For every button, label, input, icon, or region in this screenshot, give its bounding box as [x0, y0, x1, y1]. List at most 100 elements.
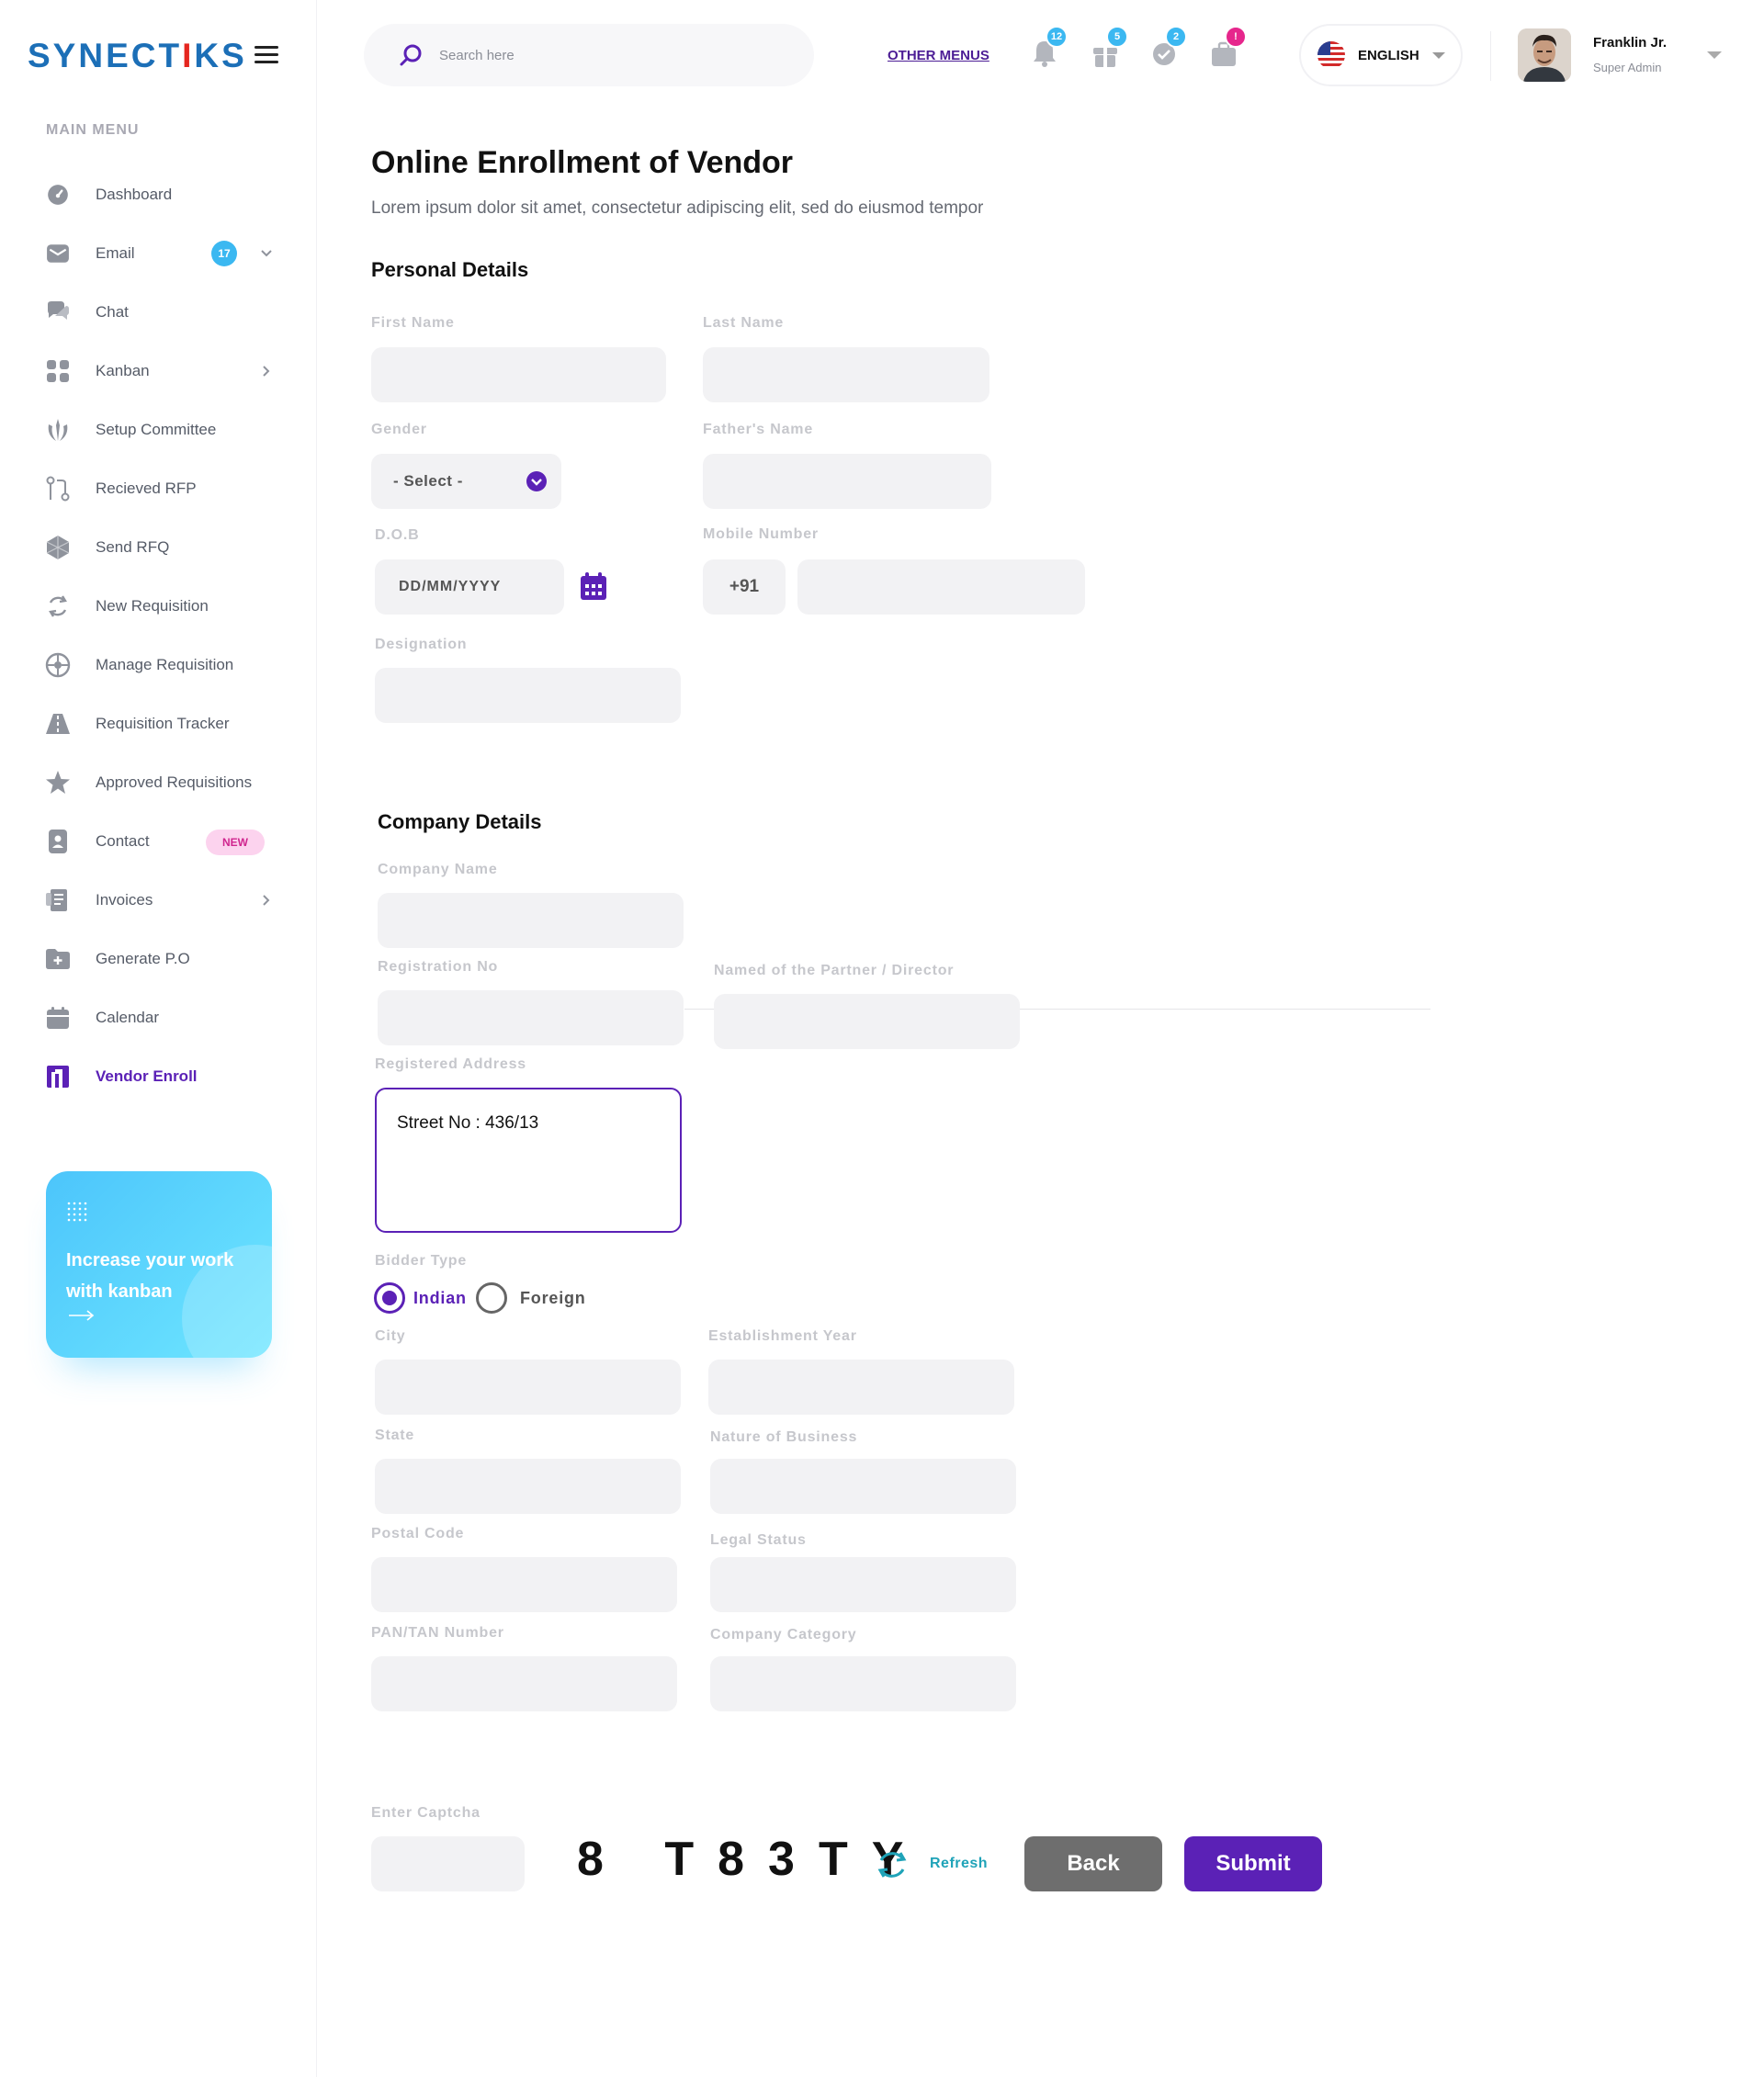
country-code[interactable]: +91 — [703, 559, 786, 615]
chat-icon — [44, 299, 72, 326]
gifts-button[interactable]: 5 — [1091, 26, 1128, 70]
designation-label: Designation — [375, 637, 468, 652]
sidebar-item-label: Dashboard — [96, 186, 173, 203]
search-bar — [364, 24, 814, 86]
sidebar-item-chat[interactable]: Chat — [44, 283, 283, 342]
search-input[interactable] — [439, 47, 770, 63]
sidebar-item-send-rfq[interactable]: Send RFQ — [44, 518, 283, 577]
establishment-year-label: Establishment Year — [708, 1328, 857, 1344]
other-menus-link[interactable]: OTHER MENUS — [888, 48, 989, 63]
last-name-field[interactable] — [703, 347, 989, 402]
bidder-type-label: Bidder Type — [375, 1253, 468, 1269]
sidebar-item-calendar[interactable]: Calendar — [44, 988, 283, 1047]
registered-address-field[interactable]: Street No : 436/13 — [375, 1088, 682, 1233]
sidebar-item-dashboard[interactable]: Dashboard — [44, 165, 283, 224]
sidebar-item-new-requisition[interactable]: New Requisition — [44, 577, 283, 636]
chevron-right-icon[interactable] — [257, 891, 276, 909]
sidebar-item-label: Vendor Enroll — [96, 1067, 198, 1085]
mobile-label: Mobile Number — [703, 526, 819, 542]
chevron-down-icon — [526, 471, 547, 491]
user-menu-caret-icon[interactable] — [1707, 51, 1722, 59]
designation-field[interactable] — [375, 668, 681, 723]
partner-label: Named of the Partner / Director — [714, 963, 955, 978]
pan-tan-field[interactable] — [371, 1656, 677, 1711]
sidebar-item-contact[interactable]: Contact NEW — [44, 812, 283, 871]
sidebar-item-label: Recieved RFP — [96, 480, 197, 497]
bidder-indian-label[interactable]: Indian — [413, 1289, 467, 1308]
pan-tan-label: PAN/TAN Number — [371, 1625, 504, 1641]
father-name-label: Father's Name — [703, 422, 814, 437]
receipt-icon — [44, 886, 72, 914]
arrow-right-icon[interactable] — [68, 1309, 96, 1322]
gender-select[interactable]: - Select - — [371, 454, 561, 509]
calendar-picker-icon[interactable] — [580, 571, 607, 601]
sidebar-item-setup-committee[interactable]: Setup Committee — [44, 401, 283, 459]
dob-field[interactable] — [375, 559, 564, 615]
gift-count-badge: 5 — [1106, 26, 1128, 48]
father-name-field[interactable] — [703, 454, 991, 509]
chat-check-icon — [1150, 43, 1178, 72]
nature-of-business-label: Nature of Business — [710, 1429, 858, 1445]
user-name[interactable]: Franklin Jr. — [1593, 35, 1667, 51]
refresh-captcha-link[interactable]: Refresh — [930, 1856, 988, 1872]
registration-no-field[interactable] — [378, 990, 684, 1045]
city-field[interactable] — [375, 1360, 681, 1415]
sidebar-item-vendor-enroll[interactable]: Vendor Enroll — [44, 1047, 283, 1106]
company-details-heading: Company Details — [378, 810, 542, 833]
sidebar-item-approved-requisitions[interactable]: Approved Requisitions — [44, 753, 283, 812]
aperture-icon — [44, 651, 72, 679]
sidebar-item-generate-po[interactable]: Generate P.O — [44, 930, 283, 988]
language-selector[interactable]: ENGLISH — [1299, 24, 1463, 86]
state-field[interactable] — [375, 1459, 681, 1514]
refresh-captcha-icon[interactable] — [875, 1848, 910, 1881]
legal-status-label: Legal Status — [710, 1532, 807, 1548]
kanban-promo-card[interactable]: Increase your work with kanban — [46, 1171, 272, 1358]
promo-text: Increase your work with kanban — [66, 1250, 234, 1302]
sidebar-item-label: Contact — [96, 832, 150, 850]
avatar[interactable] — [1518, 28, 1571, 82]
caret-down-icon — [1431, 51, 1445, 59]
captcha-input[interactable] — [371, 1836, 525, 1891]
star-icon — [44, 769, 72, 796]
sidebar-item-email[interactable]: Email 17 — [44, 224, 283, 283]
messages-button[interactable]: 2 — [1150, 26, 1187, 72]
briefcase-icon — [1210, 41, 1238, 72]
sidebar-item-invoices[interactable]: Invoices — [44, 871, 283, 930]
page-title: Online Enrollment of Vendor — [371, 145, 794, 180]
sidebar-item-requisition-tracker[interactable]: Requisition Tracker — [44, 694, 283, 753]
personal-details-heading: Personal Details — [371, 258, 529, 281]
back-button[interactable]: Back — [1024, 1836, 1162, 1891]
search-icon[interactable] — [399, 42, 424, 68]
bidder-indian-radio[interactable] — [374, 1282, 405, 1314]
legal-status-field[interactable] — [710, 1557, 1016, 1612]
sidebar-item-label: Send RFQ — [96, 538, 170, 556]
git-compare-icon — [44, 475, 72, 502]
message-count-badge: 2 — [1165, 26, 1187, 48]
partner-field[interactable] — [714, 994, 1020, 1049]
mail-icon — [44, 240, 72, 267]
nature-of-business-field[interactable] — [710, 1459, 1016, 1514]
sidebar-item-recieved-rfp[interactable]: Recieved RFP — [44, 459, 283, 518]
sidebar-item-manage-requisition[interactable]: Manage Requisition — [44, 636, 283, 694]
captcha-label: Enter Captcha — [371, 1805, 481, 1821]
mobile-field[interactable] — [797, 559, 1085, 615]
hamburger-menu-icon[interactable] — [254, 46, 278, 64]
chevron-right-icon[interactable] — [257, 362, 276, 380]
postal-code-field[interactable] — [371, 1557, 677, 1612]
bidder-foreign-label[interactable]: Foreign — [520, 1289, 586, 1308]
logo-text-i: I — [182, 37, 195, 74]
company-category-field[interactable] — [710, 1656, 1016, 1711]
logo[interactable]: SYNECTIKS — [28, 37, 247, 75]
committee-icon — [44, 416, 72, 444]
sidebar-item-kanban[interactable]: Kanban — [44, 342, 283, 401]
gender-label: Gender — [371, 422, 427, 437]
establishment-year-field[interactable] — [708, 1360, 1014, 1415]
first-name-field[interactable] — [371, 347, 666, 402]
email-count-badge: 17 — [211, 241, 237, 266]
company-name-field[interactable] — [378, 893, 684, 948]
tasks-button[interactable]: ! — [1210, 26, 1247, 72]
notifications-button[interactable]: 12 — [1031, 26, 1068, 70]
chevron-down-icon[interactable] — [257, 244, 276, 263]
bidder-foreign-radio[interactable] — [476, 1282, 507, 1314]
submit-button[interactable]: Submit — [1184, 1836, 1322, 1891]
